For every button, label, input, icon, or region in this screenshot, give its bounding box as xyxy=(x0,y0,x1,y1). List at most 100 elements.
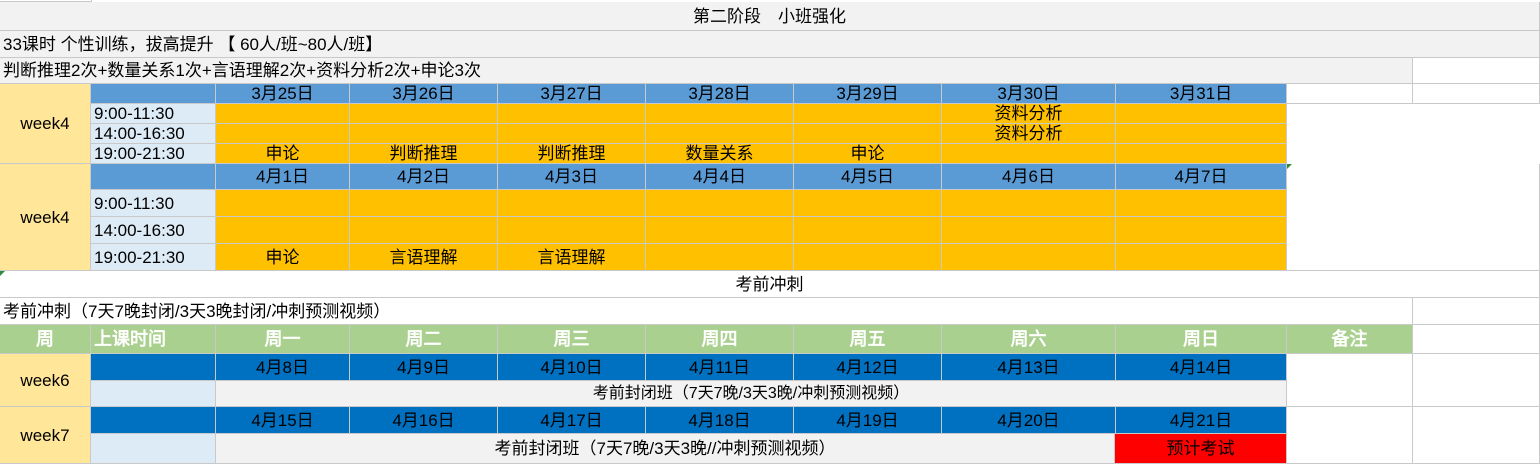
block1-time-slot[interactable]: 14:00-16:30 xyxy=(91,124,216,144)
week7-date[interactable]: 4月19日 xyxy=(794,407,942,434)
course-cell[interactable]: 申论 xyxy=(216,144,350,164)
week6-date[interactable]: 4月13日 xyxy=(942,354,1116,381)
course-cell[interactable] xyxy=(646,104,794,124)
block1-date[interactable]: 3月30日 xyxy=(942,84,1116,104)
course-cell[interactable]: 言语理解 xyxy=(498,244,646,271)
block1-header-blank[interactable] xyxy=(91,84,216,104)
grid-cell[interactable] xyxy=(1413,325,1540,354)
block1-time-slot[interactable]: 9:00-11:30 xyxy=(91,104,216,124)
week6-label[interactable]: week6 xyxy=(0,354,91,407)
course-cell[interactable]: 申论 xyxy=(216,244,350,271)
course-cell[interactable] xyxy=(216,124,350,144)
week7-content[interactable]: 考前封闭班（7天7晚/3天3晚//冲刺预测视频） xyxy=(216,434,1115,464)
course-cell[interactable] xyxy=(942,144,1116,164)
block1-date[interactable]: 3月27日 xyxy=(498,84,646,104)
course-cell[interactable] xyxy=(216,190,350,217)
header-day[interactable]: 周六 xyxy=(942,325,1116,354)
block2-week-label[interactable]: week4 xyxy=(0,164,91,271)
week7-date[interactable]: 4月15日 xyxy=(216,407,350,434)
grid-cell[interactable] xyxy=(1413,84,1540,104)
week6-time-blank[interactable] xyxy=(91,381,216,407)
course-cell[interactable] xyxy=(942,244,1116,271)
week7-date[interactable]: 4月18日 xyxy=(646,407,794,434)
block2-time-slot[interactable]: 14:00-16:30 xyxy=(91,217,216,244)
week6-date[interactable]: 4月12日 xyxy=(794,354,942,381)
exam-badge[interactable]: 预计考试 xyxy=(1115,434,1287,464)
course-cell[interactable]: 言语理解 xyxy=(350,244,498,271)
week6-date[interactable]: 4月10日 xyxy=(498,354,646,381)
grid-cell[interactable] xyxy=(1287,354,1413,407)
course-cell[interactable] xyxy=(350,124,498,144)
course-cell[interactable] xyxy=(216,104,350,124)
grid-cell[interactable] xyxy=(1413,407,1540,464)
grid-cell[interactable] xyxy=(1287,164,1540,271)
course-cell[interactable] xyxy=(1116,244,1287,271)
block2-date[interactable]: 4月6日 xyxy=(942,164,1116,190)
week6-date[interactable]: 4月8日 xyxy=(216,354,350,381)
header-day[interactable]: 周四 xyxy=(646,325,794,354)
week6-date[interactable]: 4月11日 xyxy=(646,354,794,381)
block1-date[interactable]: 3月31日 xyxy=(1116,84,1287,104)
header-day[interactable]: 周日 xyxy=(1116,325,1287,354)
block1-date[interactable]: 3月29日 xyxy=(794,84,942,104)
block2-time-slot[interactable]: 19:00-21:30 xyxy=(91,244,216,271)
week7-date[interactable]: 4月16日 xyxy=(350,407,498,434)
header-day[interactable]: 周五 xyxy=(794,325,942,354)
course-cell[interactable] xyxy=(794,217,942,244)
course-cell[interactable] xyxy=(1116,217,1287,244)
course-cell[interactable] xyxy=(646,190,794,217)
course-cell[interactable] xyxy=(794,104,942,124)
course-cell[interactable] xyxy=(498,190,646,217)
course-cell[interactable]: 资料分析 xyxy=(942,104,1116,124)
course-cell[interactable] xyxy=(646,244,794,271)
block1-date[interactable]: 3月25日 xyxy=(216,84,350,104)
header-remark[interactable]: 备注 xyxy=(1287,325,1413,354)
sprint-desc[interactable]: 考前冲刺（7天7晚封闭/3天3晚封闭/冲刺预测视频） xyxy=(0,298,1413,325)
course-cell[interactable]: 数量关系 xyxy=(646,144,794,164)
course-cell[interactable] xyxy=(794,244,942,271)
grid-cell[interactable] xyxy=(1287,407,1413,464)
block2-date[interactable]: 4月7日 xyxy=(1116,164,1287,190)
course-cell[interactable] xyxy=(1116,124,1287,144)
block2-date[interactable]: 4月4日 xyxy=(646,164,794,190)
block2-date[interactable]: 4月3日 xyxy=(498,164,646,190)
block2-date[interactable]: 4月1日 xyxy=(216,164,350,190)
week7-date[interactable]: 4月20日 xyxy=(942,407,1116,434)
course-cell[interactable] xyxy=(350,104,498,124)
header-day[interactable]: 周三 xyxy=(498,325,646,354)
stage2-desc-1[interactable]: 33课时 个性训练，拔高提升 【 60人/班~80人/班】 xyxy=(0,31,1540,58)
course-cell[interactable] xyxy=(794,124,942,144)
block1-date[interactable]: 3月28日 xyxy=(646,84,794,104)
course-cell[interactable] xyxy=(498,104,646,124)
grid-cell[interactable] xyxy=(1413,298,1540,325)
stage2-desc-2[interactable]: 判断推理2次+数量关系1次+言语理解2次+资料分析2次+申论3次 xyxy=(0,58,1413,84)
course-cell[interactable] xyxy=(350,217,498,244)
course-cell[interactable] xyxy=(1116,190,1287,217)
course-cell[interactable] xyxy=(646,217,794,244)
header-week[interactable]: 周 xyxy=(0,325,91,354)
week7-time-blank[interactable] xyxy=(91,434,216,464)
block1-week-label[interactable]: week4 xyxy=(0,84,91,164)
course-cell[interactable]: 资料分析 xyxy=(942,124,1116,144)
sprint-title[interactable]: 考前冲刺 xyxy=(0,271,1540,298)
block1-date[interactable]: 3月26日 xyxy=(350,84,498,104)
course-cell[interactable]: 申论 xyxy=(794,144,942,164)
stage2-title[interactable]: 第二阶段 小班强化 xyxy=(0,2,1540,31)
week6-content[interactable]: 考前封闭班（7天7晚/3天3晚/冲刺预测视频） xyxy=(216,381,1287,407)
grid-cell[interactable] xyxy=(1413,58,1540,84)
block2-date[interactable]: 4月2日 xyxy=(350,164,498,190)
course-cell[interactable] xyxy=(942,217,1116,244)
block2-time-slot[interactable]: 9:00-11:30 xyxy=(91,190,216,217)
header-day[interactable]: 周二 xyxy=(350,325,498,354)
course-cell[interactable] xyxy=(498,124,646,144)
course-cell[interactable] xyxy=(350,190,498,217)
course-cell[interactable]: 判断推理 xyxy=(498,144,646,164)
grid-cell[interactable] xyxy=(1287,84,1413,104)
week7-label[interactable]: week7 xyxy=(0,407,91,464)
week6-date[interactable]: 4月14日 xyxy=(1116,354,1287,381)
course-cell[interactable] xyxy=(1116,144,1287,164)
course-cell[interactable] xyxy=(942,190,1116,217)
course-cell[interactable] xyxy=(216,217,350,244)
course-cell[interactable] xyxy=(1116,104,1287,124)
block2-date[interactable]: 4月5日 xyxy=(794,164,942,190)
